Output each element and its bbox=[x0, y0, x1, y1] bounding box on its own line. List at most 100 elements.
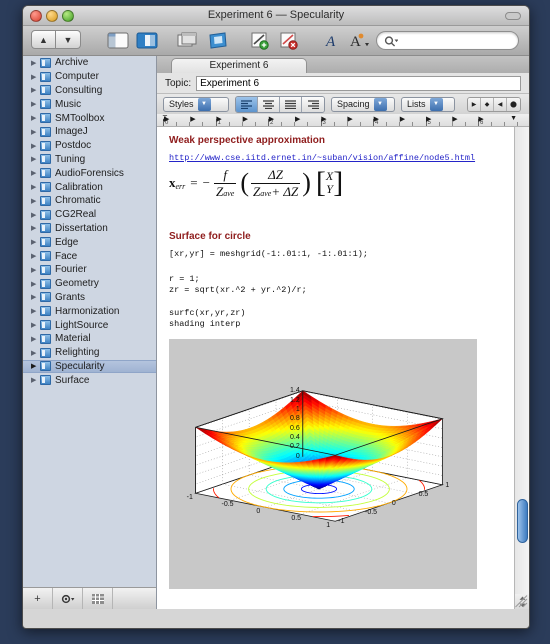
sidebar-item-postdoc[interactable]: ▶ Postdoc bbox=[23, 139, 156, 153]
tab-stop-marker[interactable]: ▶ bbox=[269, 115, 274, 123]
sidebar-item-relighting[interactable]: ▶ Relighting bbox=[23, 346, 156, 360]
spacing-dropdown[interactable]: Spacing ▼ bbox=[331, 96, 395, 112]
disclosure-triangle-icon[interactable]: ▶ bbox=[31, 266, 40, 274]
topic-input[interactable] bbox=[196, 75, 521, 91]
disclosure-triangle-icon[interactable]: ▶ bbox=[31, 183, 40, 191]
tab-stop-marker[interactable]: ▶ bbox=[400, 115, 405, 123]
diamond-button[interactable]: ◆ bbox=[481, 98, 494, 111]
disclosure-triangle-icon[interactable]: ▶ bbox=[31, 114, 40, 122]
sidebar-item-geometry[interactable]: ▶ Geometry bbox=[23, 277, 156, 291]
add-notebook-button[interactable]: + bbox=[23, 588, 53, 609]
sidebar-item-surface[interactable]: ▶ Surface bbox=[23, 373, 156, 387]
tab-stop-marker[interactable]: ▶ bbox=[216, 115, 221, 123]
formula-bracket-close: ] bbox=[333, 166, 344, 199]
sidebar-item-dissertation[interactable]: ▶ Dissertation bbox=[23, 222, 156, 236]
record-button[interactable]: ⬤ bbox=[507, 98, 520, 111]
disclosure-triangle-icon[interactable]: ▶ bbox=[31, 321, 40, 329]
search-input[interactable] bbox=[403, 34, 511, 48]
sidebar-item-cg2real[interactable]: ▶ CG2Real bbox=[23, 208, 156, 222]
disclosure-triangle-icon[interactable]: ▶ bbox=[31, 224, 40, 232]
sidebar-item-smtoolbox[interactable]: ▶ SMToolbox bbox=[23, 111, 156, 125]
previous-note-button[interactable]: ▲ bbox=[31, 30, 56, 49]
play-button[interactable]: ▶ bbox=[468, 98, 481, 111]
tab-stop-marker[interactable]: ▶ bbox=[243, 115, 248, 123]
disclosure-triangle-icon[interactable]: ▶ bbox=[31, 100, 40, 108]
next-note-button[interactable]: ▼ bbox=[56, 30, 81, 49]
disclosure-triangle-icon[interactable]: ▶ bbox=[31, 362, 40, 370]
disclosure-triangle-icon[interactable]: ▶ bbox=[31, 73, 40, 81]
tab-stop-marker[interactable]: ▶ bbox=[347, 115, 352, 123]
back-button[interactable]: ◀ bbox=[494, 98, 507, 111]
tab-stop-marker[interactable]: ▶ bbox=[295, 115, 300, 123]
text-style-icon[interactable]: A bbox=[347, 28, 373, 53]
sidebar-item-lightsource[interactable]: ▶ LightSource bbox=[23, 318, 156, 332]
add-link-icon[interactable] bbox=[247, 28, 273, 53]
sidebar-item-music[interactable]: ▶ Music bbox=[23, 97, 156, 111]
disclosure-triangle-icon[interactable]: ▶ bbox=[31, 155, 40, 163]
windows-icon[interactable] bbox=[176, 28, 202, 53]
disclosure-triangle-icon[interactable]: ▶ bbox=[31, 86, 40, 94]
sidebar-item-specularity[interactable]: ▶ Specularity bbox=[23, 359, 156, 374]
disclosure-triangle-icon[interactable]: ▶ bbox=[31, 335, 40, 343]
lists-dropdown[interactable]: Lists ▼ bbox=[401, 96, 455, 112]
view-grid-button[interactable] bbox=[83, 588, 113, 609]
font-icon[interactable]: A bbox=[318, 28, 344, 53]
right-margin-marker[interactable]: ▼ bbox=[510, 115, 517, 122]
notebook-icon bbox=[40, 306, 51, 317]
resize-grip[interactable] bbox=[515, 595, 528, 608]
disclosure-triangle-icon[interactable]: ▶ bbox=[31, 238, 40, 246]
sidebar-item-material[interactable]: ▶ Material bbox=[23, 332, 156, 346]
align-justify-button[interactable] bbox=[280, 96, 302, 112]
tab-stop-marker[interactable]: ▶ bbox=[452, 115, 457, 123]
sidebar-item-chromatic[interactable]: ▶ Chromatic bbox=[23, 194, 156, 208]
document-vertical-scrollbar[interactable] bbox=[514, 127, 529, 594]
sidebar-item-calibration[interactable]: ▶ Calibration bbox=[23, 180, 156, 194]
document-canvas[interactable]: Weak perspective approximation http://ww… bbox=[157, 127, 514, 609]
disclosure-triangle-icon[interactable]: ▶ bbox=[31, 169, 40, 177]
tab-stop-marker[interactable]: ▶ bbox=[478, 115, 483, 123]
disclosure-triangle-icon[interactable]: ▶ bbox=[31, 293, 40, 301]
tab-stop-marker[interactable]: ▶ bbox=[190, 115, 195, 123]
align-center-button[interactable] bbox=[258, 96, 280, 112]
search-field[interactable] bbox=[376, 31, 519, 50]
scrollbar-thumb[interactable] bbox=[517, 499, 528, 543]
sidebar-toggle-icon[interactable] bbox=[105, 28, 131, 53]
reference-link[interactable]: http://www.cse.iitd.ernet.in/~suban/visi… bbox=[169, 153, 475, 163]
sidebar-item-edge[interactable]: ▶ Edge bbox=[23, 235, 156, 249]
disclosure-triangle-icon[interactable]: ▶ bbox=[31, 280, 40, 288]
sidebar-item-computer[interactable]: ▶ Computer bbox=[23, 70, 156, 84]
tab-stop-marker[interactable]: ▶ bbox=[321, 115, 326, 123]
disclosure-triangle-icon[interactable]: ▶ bbox=[31, 197, 40, 205]
disclosure-triangle-icon[interactable]: ▶ bbox=[31, 252, 40, 260]
sidebar-item-grants[interactable]: ▶ Grants bbox=[23, 291, 156, 305]
tab-stop-marker[interactable]: ▶ bbox=[426, 115, 431, 123]
disclosure-triangle-icon[interactable]: ▶ bbox=[31, 128, 40, 136]
toolbar-toggle-button[interactable] bbox=[505, 12, 521, 20]
disclosure-triangle-icon[interactable]: ▶ bbox=[31, 376, 40, 384]
styles-dropdown[interactable]: Styles ▼ bbox=[163, 96, 229, 112]
notebook-icon[interactable] bbox=[205, 28, 231, 53]
sidebar-item-imagej[interactable]: ▶ ImageJ bbox=[23, 125, 156, 139]
disclosure-triangle-icon[interactable]: ▶ bbox=[31, 59, 40, 67]
matlab-figure[interactable]: 0 0.2 0.4 0.6 0.8 1 1.2 1.4 -1 -0.5 0 0.5 1 -1 -0.5 0 0.… bbox=[169, 339, 477, 589]
tab-experiment-6[interactable]: Experiment 6 bbox=[171, 58, 307, 73]
sidebar-item-harmonization[interactable]: ▶ Harmonization bbox=[23, 304, 156, 318]
disclosure-triangle-icon[interactable]: ▶ bbox=[31, 142, 40, 150]
tab-stop-marker[interactable]: ▶ bbox=[374, 115, 379, 123]
panes-toggle-icon[interactable] bbox=[134, 28, 160, 53]
sidebar-item-consulting[interactable]: ▶ Consulting bbox=[23, 84, 156, 98]
sidebar-item-fourier[interactable]: ▶ Fourier bbox=[23, 263, 156, 277]
remove-link-icon[interactable] bbox=[276, 28, 302, 53]
indent-marker[interactable]: ⊼ bbox=[162, 114, 168, 123]
disclosure-triangle-icon[interactable]: ▶ bbox=[31, 211, 40, 219]
text-ruler[interactable]: 01234567▶▶▶▶▶▶▶▶▶▶▶▶▶⊼▼ bbox=[157, 114, 529, 127]
sidebar-item-tuning[interactable]: ▶ Tuning bbox=[23, 153, 156, 167]
sidebar-item-face[interactable]: ▶ Face bbox=[23, 249, 156, 263]
disclosure-triangle-icon[interactable]: ▶ bbox=[31, 349, 40, 357]
sidebar-item-archive[interactable]: ▶ Archive bbox=[23, 56, 156, 70]
disclosure-triangle-icon[interactable]: ▶ bbox=[31, 307, 40, 315]
align-right-button[interactable] bbox=[302, 96, 324, 112]
sidebar-item-audioforensics[interactable]: ▶ AudioForensics bbox=[23, 166, 156, 180]
action-gear-button[interactable] bbox=[53, 588, 83, 609]
align-left-button[interactable] bbox=[236, 96, 258, 112]
